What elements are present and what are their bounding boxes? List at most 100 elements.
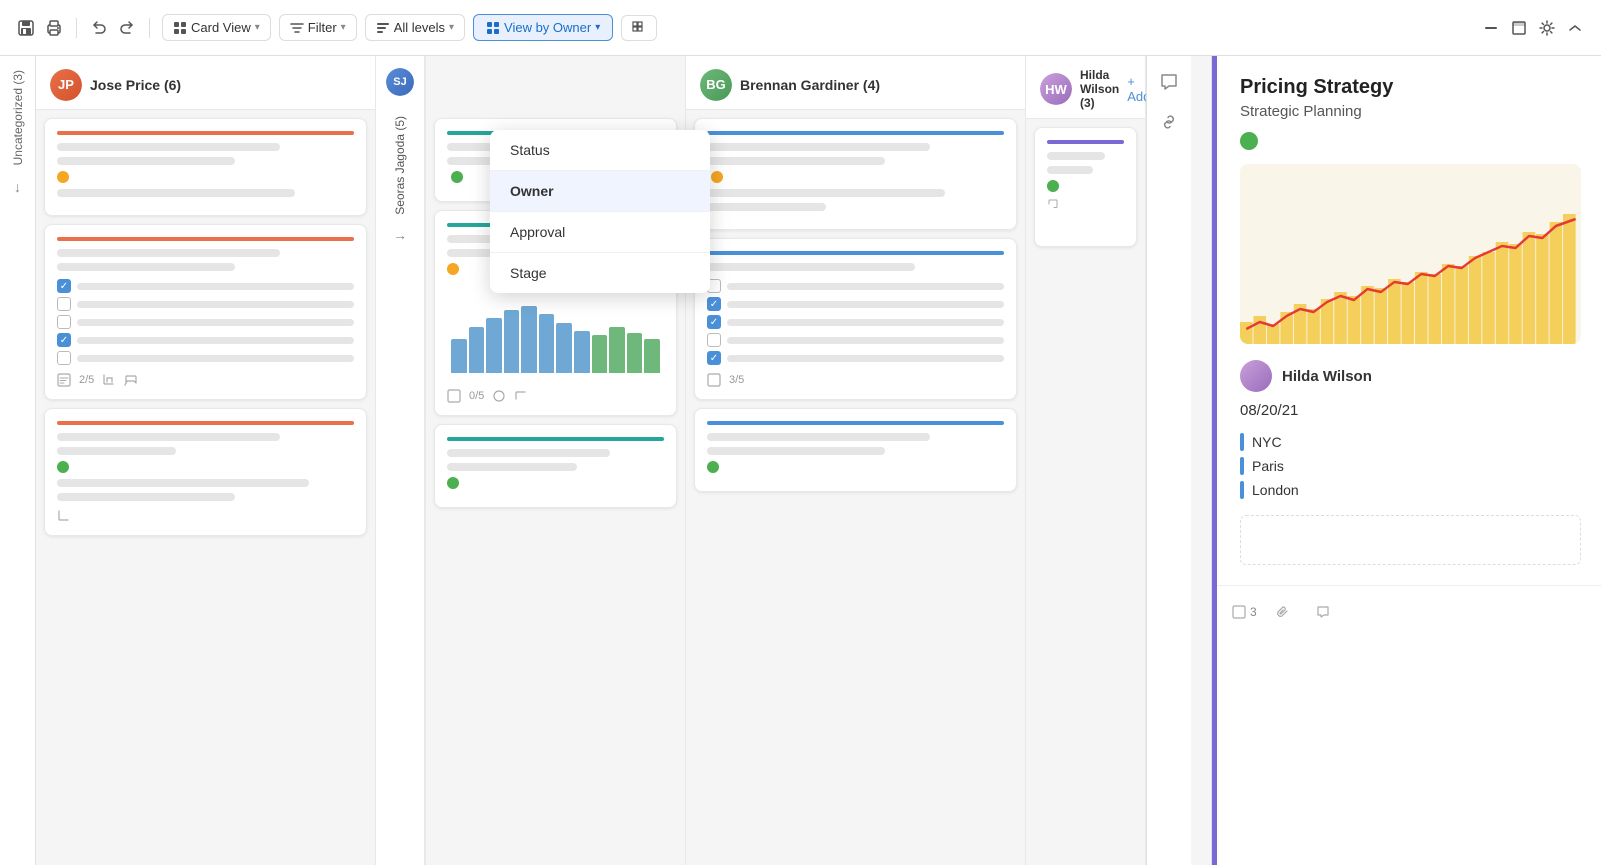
view-chevron: ▾ — [255, 22, 260, 33]
checklist-row — [707, 333, 1004, 347]
checklist-row — [57, 315, 354, 329]
location-paris: Paris — [1240, 457, 1581, 475]
card-bar — [57, 131, 354, 135]
card-seoras-3 — [434, 424, 677, 508]
column-title-jose: Jose Price (6) — [90, 77, 181, 93]
dropdown-item-owner[interactable]: Owner — [490, 171, 710, 212]
checkbox[interactable] — [57, 333, 71, 347]
detail-owner-name: Hilda Wilson — [1282, 368, 1372, 385]
view-by-owner-button[interactable]: View by Owner ▾ — [473, 14, 613, 41]
toolbar: Card View ▾ Filter ▾ All levels ▾ View b… — [0, 0, 1601, 56]
detail-footer: 3 — [1212, 585, 1601, 638]
card-view-button[interactable]: Card View ▾ — [162, 14, 271, 41]
card-bar — [707, 251, 1004, 255]
card-footer: 0/5 — [447, 389, 664, 403]
card-bar — [57, 237, 354, 241]
avatar-hilda: HW — [1040, 73, 1072, 105]
detail-date: 08/20/21 — [1240, 402, 1581, 419]
maximize-icon[interactable] — [1509, 18, 1529, 38]
card-footer: 3/5 — [707, 373, 1004, 387]
detail-comment-icon[interactable] — [1309, 598, 1337, 626]
checklist-row — [57, 297, 354, 311]
toolbar-right — [1481, 18, 1585, 38]
seoras-expand[interactable]: → — [393, 227, 407, 243]
checkbox[interactable] — [707, 333, 721, 347]
all-levels-button[interactable]: All levels ▾ — [365, 14, 465, 41]
settings-icon[interactable] — [1537, 18, 1557, 38]
checkbox[interactable] — [707, 351, 721, 365]
detail-attachment-icon[interactable] — [1269, 598, 1297, 626]
right-icons — [1146, 56, 1191, 865]
column-jose: JP Jose Price (6) — [36, 56, 376, 865]
checkbox[interactable] — [707, 297, 721, 311]
checklist-row — [707, 297, 1004, 311]
column-header-jose: JP Jose Price (6) — [36, 56, 375, 110]
undo-icon[interactable] — [89, 18, 109, 38]
levels-chevron: ▾ — [449, 22, 454, 33]
detail-panel: Pricing Strategy Strategic Planning — [1211, 56, 1601, 865]
uncategorized-label[interactable]: Uncategorized (3) — [7, 66, 29, 169]
detail-owner: Hilda Wilson — [1240, 360, 1581, 392]
card-bar — [707, 131, 1004, 135]
collapse-icon[interactable] — [1565, 18, 1585, 38]
checklist-row — [707, 279, 1004, 293]
main-area: Uncategorized (3) ↓ JP Jose Price (6) — [0, 56, 1601, 865]
detail-locations: NYC Paris London — [1240, 433, 1581, 499]
filter-chevron: ▾ — [341, 22, 346, 33]
checkbox[interactable] — [57, 297, 71, 311]
avatar-brennan: BG — [700, 69, 732, 101]
card-jose-3 — [44, 408, 367, 536]
detail-title: Pricing Strategy — [1240, 76, 1581, 99]
dropdown-item-approval[interactable]: Approval — [490, 212, 710, 253]
grid-button[interactable] — [621, 15, 657, 41]
location-nyc: NYC — [1240, 433, 1581, 451]
link-icon[interactable] — [1155, 108, 1183, 136]
drop-area — [1240, 515, 1581, 565]
detail-content: Pricing Strategy Strategic Planning — [1212, 56, 1601, 585]
redo-icon[interactable] — [117, 18, 137, 38]
checkbox[interactable] — [57, 351, 71, 365]
dropdown-item-stage[interactable]: Stage — [490, 253, 710, 293]
column-header-brennan: BG Brennan Gardiner (4) — [686, 56, 1025, 110]
detail-chart — [1240, 164, 1581, 344]
column-title-hilda: Hilda Wilson (3) — [1080, 68, 1119, 110]
card-footer — [57, 509, 354, 523]
checkbox[interactable] — [57, 315, 71, 329]
checklist-row — [57, 351, 354, 365]
checklist-row — [707, 315, 1004, 329]
print-icon[interactable] — [44, 18, 64, 38]
cards-hilda — [1026, 119, 1145, 865]
card-brennan-3 — [694, 408, 1017, 492]
column-seoras: SJ Seoras Jagoda (5) → — [376, 56, 426, 865]
checkbox[interactable] — [57, 279, 71, 293]
divider-1 — [76, 18, 77, 38]
detail-purple-bar — [1212, 56, 1217, 865]
checklist-row — [57, 279, 354, 293]
dropdown-item-status[interactable]: Status — [490, 130, 710, 171]
uncategorized-sidebar: Uncategorized (3) ↓ — [0, 56, 36, 865]
cards-brennan: 3/5 — [686, 110, 1025, 865]
card-bar — [707, 421, 1004, 425]
detail-task-count: 3 — [1232, 605, 1257, 619]
filter-button[interactable]: Filter ▾ — [279, 14, 357, 41]
column-hilda: HW Hilda Wilson (3) + Add — [1026, 56, 1146, 865]
minimize-icon[interactable] — [1481, 18, 1501, 38]
column-brennan: BG Brennan Gardiner (4) — [686, 56, 1026, 865]
dropdown-menu: Status Owner Approval Stage — [490, 130, 710, 293]
column-header-hilda: HW Hilda Wilson (3) + Add — [1026, 56, 1145, 119]
save-icon[interactable] — [16, 18, 36, 38]
checkbox[interactable] — [707, 315, 721, 329]
chat-icon[interactable] — [1155, 68, 1183, 96]
column-header-seoras: SJ — [378, 56, 422, 108]
card-jose-1 — [44, 118, 367, 216]
avatar-jose: JP — [50, 69, 82, 101]
cards-jose: 2/5 — [36, 110, 375, 865]
seoras-label[interactable]: Seoras Jagoda (5) — [389, 108, 411, 223]
detail-subtitle: Strategic Planning — [1240, 103, 1581, 120]
uncategorized-expand[interactable]: ↓ — [14, 179, 21, 195]
checklist-row — [707, 351, 1004, 365]
avatar-seoras: SJ — [386, 68, 414, 96]
detail-owner-avatar — [1240, 360, 1272, 392]
checklist-row — [57, 333, 354, 347]
view-by-chevron: ▾ — [595, 22, 600, 33]
